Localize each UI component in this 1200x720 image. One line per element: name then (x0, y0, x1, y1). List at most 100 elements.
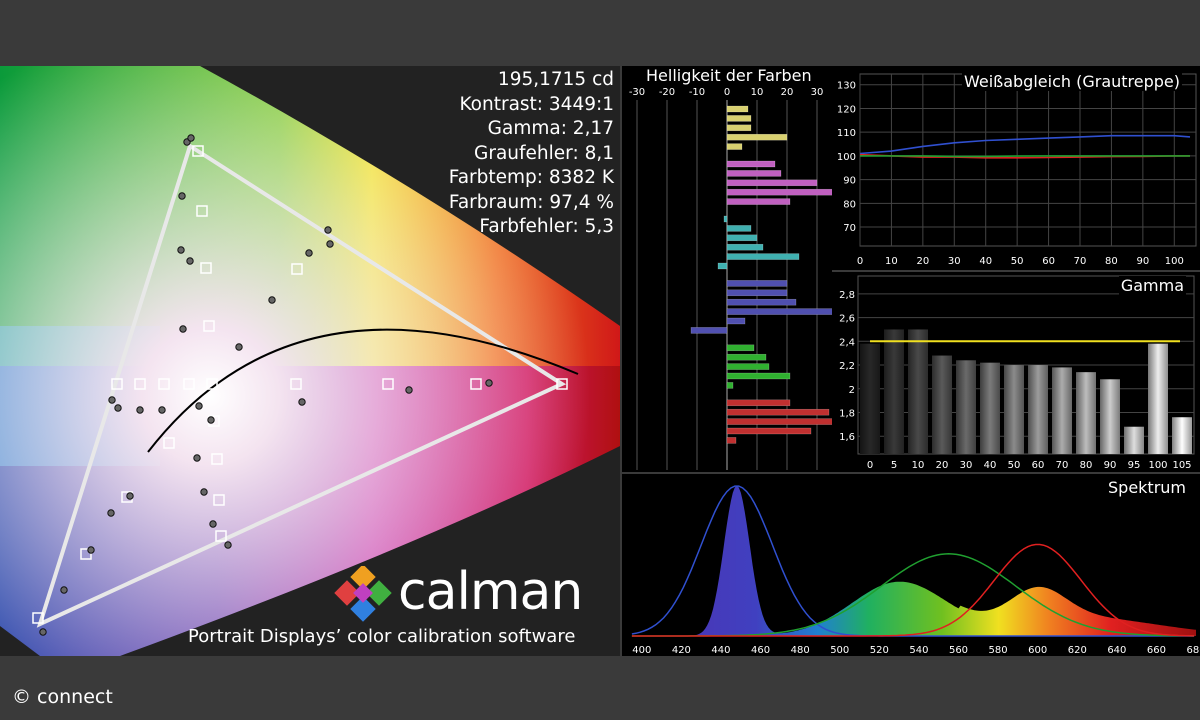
x-tick-label: 60 (1032, 460, 1045, 471)
measured-point (87, 546, 95, 554)
x-tick-label: 100 (1148, 460, 1167, 471)
brightness-bar (726, 198, 791, 205)
brightness-bar (726, 363, 770, 370)
measured-point (324, 226, 332, 234)
x-tick-label: 560 (949, 645, 968, 656)
brightness-bar (726, 234, 758, 242)
measured-point (207, 416, 215, 424)
measured-point (209, 520, 217, 528)
x-tick-label: 420 (672, 645, 691, 656)
measured-point (178, 192, 186, 200)
brightness-bar (726, 344, 755, 352)
x-tick-label: 70 (1074, 256, 1087, 267)
x-tick-label: 520 (870, 645, 889, 656)
gamma-bar (1004, 365, 1024, 454)
measured-point (485, 379, 493, 387)
calman-tagline: Portrait Displays’ color calibration sof… (188, 626, 576, 647)
brightness-bar (726, 418, 832, 425)
brightness-bar (726, 399, 791, 407)
x-tick-label: 40 (979, 256, 992, 267)
brightness-bar (726, 382, 734, 389)
gamma-chart-title: Gamma (1118, 276, 1186, 295)
brightness-bar (726, 105, 749, 113)
measured-point (179, 325, 187, 333)
x-tick-label: 500 (830, 645, 849, 656)
x-tick-label: 30 (811, 87, 824, 98)
measured-point (177, 246, 185, 254)
x-tick-label: 0 (724, 87, 730, 98)
white-balance-chart: 0 10 20 30 40 50 60 70 80 90 100 70 80 90 100 110 120 130 (837, 73, 1197, 267)
y-tick-label: 70 (843, 223, 856, 234)
measured-point (405, 386, 413, 394)
x-tick-label: 70 (1056, 460, 1069, 471)
x-tick-label: 20 (781, 87, 794, 98)
x-tick-label: -30 (629, 87, 645, 98)
brightness-bar (726, 372, 791, 380)
x-tick-label: 460 (751, 645, 770, 656)
x-tick-label: 30 (948, 256, 961, 267)
measured-point (126, 492, 134, 500)
measured-point (60, 586, 68, 594)
cie-diagram-panel: 195,1715 cd Kontrast: 3449:1 Gamma: 2,17… (0, 66, 620, 656)
white-balance-line (860, 155, 1190, 158)
brightness-bar (726, 115, 752, 122)
y-tick-label: 1,6 (839, 432, 855, 443)
brightness-bar (726, 427, 812, 435)
x-tick-label: 40 (984, 460, 997, 471)
contrast-value: Kontrast: 3449:1 (459, 93, 614, 115)
grey-error-value: Graufehler: 8,1 (474, 142, 614, 164)
brightness-bar (726, 225, 752, 232)
x-tick-label: 60 (1042, 256, 1055, 267)
brightness-bar (726, 408, 830, 416)
measured-point (158, 406, 166, 414)
x-tick-label: 620 (1068, 645, 1087, 656)
spectrum-chart-title: Spektrum (1108, 478, 1186, 497)
brightness-bar (726, 143, 743, 150)
gamma-chart: 1,6 1,8 2 2,2 2,4 2,6 2,8 0 5 10 20 30 40 50 60 70 80 90 9… (839, 275, 1195, 471)
x-tick-label: 80 (1080, 460, 1093, 471)
gamma-bar (932, 355, 952, 454)
y-tick-label: 110 (837, 128, 856, 139)
gamma-bar (1052, 367, 1072, 454)
x-tick-label: 5 (891, 460, 897, 471)
x-tick-label: 10 (751, 87, 764, 98)
y-tick-label: 100 (837, 152, 856, 163)
brightness-bar (726, 243, 764, 251)
x-tick-label: 440 (711, 645, 730, 656)
x-tick-label: 20 (936, 460, 949, 471)
x-tick-label: 95 (1128, 460, 1141, 471)
x-tick-label: 10 (885, 256, 898, 267)
white-balance-line (859, 134, 1191, 155)
measured-point (186, 257, 194, 265)
brightness-bar (726, 298, 797, 306)
y-tick-label: 80 (843, 199, 856, 210)
measured-point (108, 396, 116, 404)
measured-point (195, 402, 203, 410)
gamma-bar (1148, 343, 1168, 454)
x-tick-label: 660 (1147, 645, 1166, 656)
brightness-bar (726, 280, 788, 287)
gamma-bar (884, 329, 904, 454)
brightness-bar (726, 124, 752, 132)
y-tick-label: 1,8 (839, 408, 855, 419)
x-tick-label: -20 (659, 87, 675, 98)
x-tick-label: 640 (1107, 645, 1126, 656)
measured-point (298, 398, 306, 406)
x-tick-label: 10 (912, 460, 925, 471)
gamma-chart-panel: 1,6 1,8 2 2,2 2,4 2,6 2,8 0 5 10 20 30 40 50 60 70 80 90 9… (832, 272, 1200, 472)
brightness-chart: -30 -20 -10 0 10 20 30 (629, 87, 832, 470)
x-tick-label: 0 (857, 256, 863, 267)
x-tick-label: 50 (1011, 256, 1024, 267)
measured-point (193, 454, 201, 462)
calman-wordmark: calman (398, 562, 583, 622)
measured-point (224, 541, 232, 549)
white-balance-chart-title: Weißabgleich (Grautreppe) (961, 72, 1182, 91)
measurement-stats: 195,1715 cd Kontrast: 3449:1 Gamma: 2,17… (449, 68, 614, 240)
gamma-bar (980, 362, 1000, 454)
x-tick-label: 105 (1172, 460, 1191, 471)
gamma-bar (1028, 365, 1048, 454)
brightness-bar (717, 262, 728, 270)
gamma-bar (1124, 426, 1144, 454)
gamma-bar (956, 360, 976, 454)
y-tick-label: 120 (837, 104, 856, 115)
